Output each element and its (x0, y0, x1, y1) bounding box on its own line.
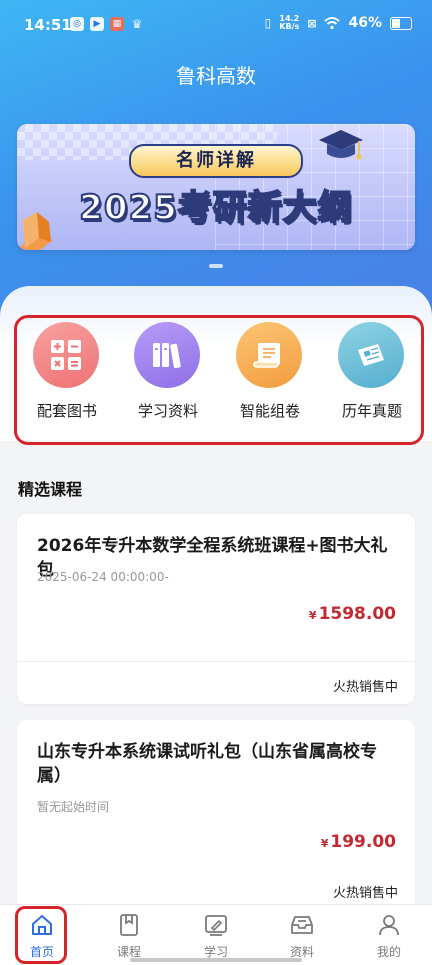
vibrate-icon: ▯ (264, 16, 272, 30)
tab-materials[interactable]: 资料 (266, 905, 338, 965)
featured-section-title: 精选课程 (18, 480, 83, 499)
tab-profile[interactable]: 我的 (353, 905, 425, 965)
currency-symbol: ¥ (308, 609, 317, 622)
tab-study[interactable]: 学习 (180, 905, 252, 965)
status-time: 14:51 (24, 16, 72, 34)
currency-symbol: ¥ (320, 837, 329, 850)
tab-courses[interactable]: 课程 (93, 905, 165, 965)
card-divider (17, 661, 415, 662)
app-title: 鲁科高数 (176, 64, 256, 88)
status-right: ▯ 14.2 KB/s ⊠ 46% (265, 15, 412, 31)
price-value: 1598.00 (318, 604, 396, 624)
graduation-cap-icon (319, 130, 363, 160)
newspaper-icon (338, 322, 404, 388)
pencil-board-icon (205, 915, 227, 936)
course-price: ¥199.00 (321, 832, 396, 852)
course-price: ¥1598.00 (309, 604, 396, 624)
video-notification-icon: ▶ (90, 17, 104, 31)
course-title: 山东专升本系统课试听礼包（山东省属高校专属） (37, 742, 377, 786)
app-notification-icon: ◎ (70, 17, 84, 31)
inbox-tray-icon (291, 916, 313, 934)
quick-nav-label: 配套图书 (36, 402, 97, 420)
course-card[interactable]: 山东专升本系统课试听礼包（山东省属高校专属） 暂无起始时间 ¥199.00 火热… (17, 720, 415, 920)
net-speed-unit: KB/s (279, 22, 300, 31)
battery-percent: 46% (348, 15, 382, 31)
course-date: 暂无起始时间 (37, 800, 110, 814)
network-speed: 14.2 KB/s (279, 15, 299, 31)
quick-nav-smart-paper[interactable]: 智能组卷 (220, 318, 320, 442)
sale-status: 火热销售中 (332, 680, 398, 695)
banner-pagination (209, 264, 223, 268)
crown-notification-icon: ♛ (131, 17, 143, 31)
quick-nav-label: 智能组卷 (239, 402, 300, 420)
calculator-icon (33, 322, 99, 388)
bookmark-book-icon (120, 914, 138, 936)
books-icon (134, 322, 200, 388)
notification-icons: ◎ ▶ ▦ ♛ (70, 17, 144, 31)
tab-label: 我的 (376, 945, 401, 959)
battery-icon (390, 16, 412, 30)
news-notification-icon: ▦ (110, 17, 124, 31)
quick-nav: 配套图书 学习资料 智能组卷 历年真题 (14, 315, 424, 445)
quick-nav-label: 学习资料 (137, 402, 198, 420)
gesture-bar (130, 958, 302, 962)
quick-nav-books[interactable]: 配套图书 (17, 318, 117, 442)
quick-nav-past-exams[interactable]: 历年真题 (322, 318, 422, 442)
quick-nav-label: 历年真题 (341, 402, 402, 420)
quick-nav-materials[interactable]: 学习资料 (118, 318, 218, 442)
sale-status: 火热销售中 (332, 886, 398, 901)
promo-banner[interactable]: 名师详解 2025考研新大纲 (17, 124, 415, 250)
price-value: 199.00 (330, 832, 396, 852)
open-book-icon (19, 212, 53, 250)
sim-off-icon: ⊠ (307, 16, 317, 30)
home-tab-highlight (15, 906, 67, 964)
course-date: 2025-06-24 00:00:00- (37, 570, 169, 584)
user-icon (379, 915, 399, 936)
wifi-icon (324, 16, 341, 29)
status-bar: 14:51 ◎ ▶ ▦ ♛ ▯ 14.2 KB/s ⊠ 46% (0, 0, 432, 50)
banner-heading: 2025考研新大纲 (78, 187, 353, 229)
scroll-icon (236, 322, 302, 388)
banner-badge: 名师详解 (129, 144, 303, 178)
course-card[interactable]: 2026年专升本数学全程系统班课程+图书大礼包 2025-06-24 00:00… (17, 514, 415, 704)
